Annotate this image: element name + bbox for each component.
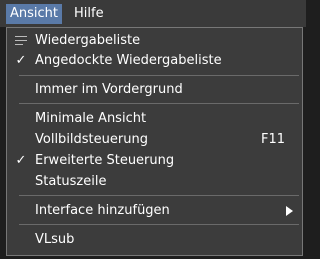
menu-item-label: Vollbildsteuerung	[35, 132, 148, 147]
playlist-icon	[14, 31, 28, 52]
menu-separator	[19, 75, 299, 76]
menu-hilfe[interactable]: Hilfe	[70, 4, 108, 24]
menu-bar: Ansicht Hilfe	[0, 0, 306, 27]
menu-separator	[19, 224, 299, 225]
menu-item-label: Erweiterte Steuerung	[35, 153, 175, 168]
shortcut-label: F11	[260, 132, 285, 147]
menu-item-interface-hinzufuegen[interactable]: Interface hinzufügen	[7, 201, 302, 221]
menu-item-erweiterte-steuerung[interactable]: ✓ Erweiterte Steuerung	[7, 151, 302, 171]
menu-item-vlsub[interactable]: VLsub	[7, 230, 302, 250]
menu-item-label: Minimale Ansicht	[35, 111, 147, 126]
menu-item-label: Angedockte Wiedergabeliste	[35, 53, 222, 68]
checkmark-icon: ✓	[15, 53, 27, 68]
menu-item-label: Statuszeile	[35, 174, 107, 189]
menu-separator	[19, 103, 299, 104]
checkmark-icon: ✓	[15, 153, 27, 168]
submenu-arrow-icon	[286, 206, 293, 216]
menu-item-wiedergabeliste[interactable]: Wiedergabeliste	[7, 31, 302, 51]
menu-ansicht[interactable]: Ansicht	[6, 4, 63, 24]
menu-item-label: VLsub	[35, 232, 75, 247]
menu-item-vollbildsteuerung[interactable]: Vollbildsteuerung F11	[7, 130, 302, 150]
menu-item-statuszeile[interactable]: Statuszeile	[7, 172, 302, 192]
menu-separator	[19, 195, 299, 196]
menu-item-minimale-ansicht[interactable]: Minimale Ansicht	[7, 109, 302, 129]
ansicht-dropdown-menu: Wiedergabeliste ✓ Angedockte Wiedergabel…	[6, 27, 303, 256]
menu-item-label: Interface hinzufügen	[35, 203, 170, 218]
menu-item-label: Wiedergabeliste	[35, 33, 141, 48]
menu-item-immer-im-vordergrund[interactable]: Immer im Vordergrund	[7, 80, 302, 100]
menu-item-label: Immer im Vordergrund	[35, 82, 183, 97]
menu-item-angedockte-wiedergabeliste[interactable]: ✓ Angedockte Wiedergabeliste	[7, 51, 302, 71]
